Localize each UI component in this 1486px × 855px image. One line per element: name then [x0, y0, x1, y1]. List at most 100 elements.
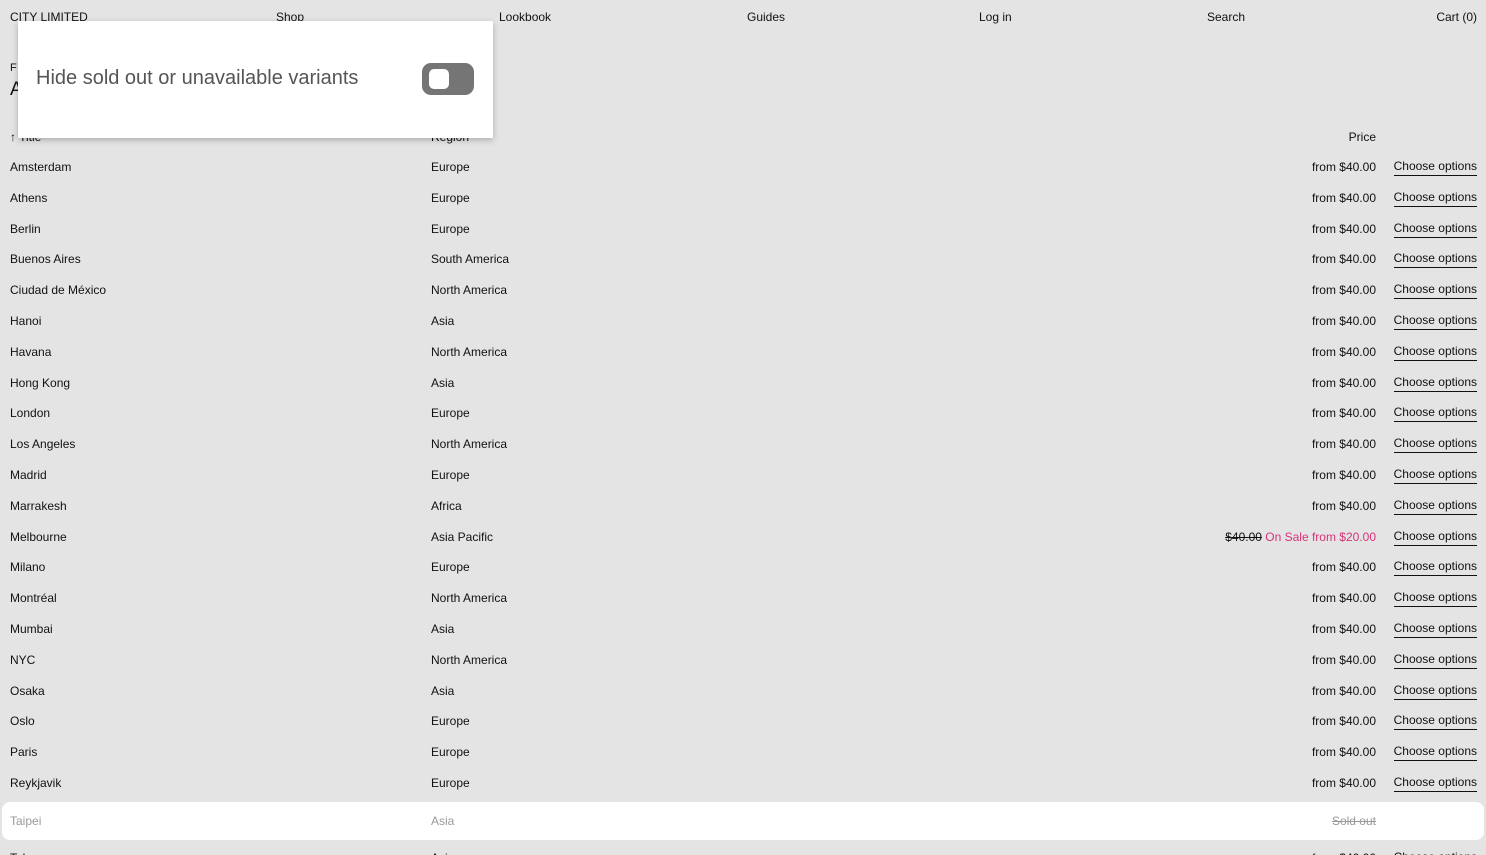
- row-price: from $40.00: [1311, 652, 1376, 667]
- row-region: Europe: [431, 714, 470, 729]
- row-price: from $40.00: [1311, 591, 1376, 606]
- choose-options-button[interactable]: Choose options: [1393, 375, 1477, 392]
- row-region: Asia: [431, 375, 455, 390]
- table-row: Athens Europe from $40.00 Choose options: [0, 183, 1486, 214]
- nav-search[interactable]: Search: [1207, 10, 1245, 24]
- filter-popup: Hide sold out or unavailable variants: [18, 21, 493, 138]
- row-region: Asia: [431, 683, 455, 698]
- table-row: Marrakesh Africa from $40.00 Choose options: [0, 491, 1486, 522]
- choose-options-button[interactable]: Choose options: [1393, 467, 1477, 484]
- row-price: from $40.00: [1311, 313, 1376, 328]
- row-region: Africa: [431, 498, 462, 513]
- row-region: Europe: [431, 775, 470, 790]
- row-title[interactable]: Melbourne: [10, 530, 67, 544]
- row-price: from $40.00: [1311, 775, 1376, 790]
- choose-options-button[interactable]: Choose options: [1393, 405, 1477, 423]
- row-region: Europe: [431, 467, 470, 482]
- row-title[interactable]: Madrid: [10, 468, 47, 482]
- choose-options-button[interactable]: Choose options: [1393, 559, 1477, 577]
- row-title[interactable]: Berlin: [10, 222, 41, 236]
- page: CITY LIMITED Shop Lookbook Guides Log in…: [0, 0, 1486, 855]
- row-title[interactable]: NYC: [10, 653, 35, 667]
- row-price: from $40.00: [1311, 498, 1376, 513]
- row-title[interactable]: Amsterdam: [10, 160, 71, 174]
- table-row: NYC North America from $40.00 Choose option…: [0, 645, 1486, 676]
- row-price: from $40.00: [1311, 406, 1376, 421]
- choose-options-button[interactable]: Choose options: [1393, 498, 1477, 515]
- nav-login[interactable]: Log in: [979, 10, 1012, 24]
- table-row: Taipei Asia Sold out: [2, 801, 1484, 840]
- choose-options-button[interactable]: Choose options: [1393, 251, 1477, 269]
- row-price-original: $40.00: [1225, 529, 1262, 544]
- choose-options-button[interactable]: Choose options: [1393, 159, 1477, 176]
- product-table: Amsterdam Europe from $40.00 Choose options…: [0, 152, 1486, 855]
- row-price: from $40.00: [1311, 745, 1376, 760]
- row-title[interactable]: Marrakesh: [10, 499, 67, 513]
- column-header-price[interactable]: Price: [1349, 130, 1376, 144]
- row-title[interactable]: London: [10, 406, 50, 420]
- choose-options-button[interactable]: Choose options: [1393, 744, 1477, 762]
- row-title[interactable]: Havana: [10, 345, 51, 359]
- choose-options-button[interactable]: Choose options: [1393, 775, 1477, 792]
- row-price: Sold out: [1331, 813, 1376, 828]
- hide-sold-out-label: Hide sold out or unavailable variants: [36, 67, 359, 89]
- row-title[interactable]: Montréal: [10, 591, 57, 605]
- row-price: from $40.00: [1311, 283, 1376, 298]
- row-title[interactable]: Hanoi: [10, 314, 41, 328]
- choose-options-button[interactable]: Choose options: [1393, 652, 1477, 669]
- row-price: $40.00 On Sale from $20.00: [1225, 530, 1376, 544]
- row-region: Asia: [431, 621, 455, 636]
- choose-options-button[interactable]: Choose options: [1393, 529, 1477, 546]
- row-title[interactable]: Ciudad de México: [10, 283, 106, 297]
- table-row: Los Angeles North America from $40.00 Choos…: [0, 429, 1486, 460]
- row-title[interactable]: Paris: [10, 745, 37, 759]
- row-title[interactable]: Reykjavik: [10, 776, 61, 790]
- row-region: North America: [431, 344, 508, 359]
- row-title[interactable]: Milano: [10, 560, 45, 574]
- row-region: North America: [431, 652, 508, 667]
- table-row: Buenos Aires South America from $40.00 Choo…: [0, 244, 1486, 275]
- choose-options-button[interactable]: Choose options: [1393, 436, 1477, 454]
- row-title[interactable]: Taipei: [10, 814, 41, 828]
- row-title[interactable]: Hong Kong: [10, 376, 70, 390]
- row-region: Europe: [431, 160, 470, 174]
- table-row: Havana North America from $40.00 Choose opt…: [0, 337, 1486, 368]
- choose-options-button[interactable]: Choose options: [1393, 190, 1477, 207]
- row-price: from $40.00: [1311, 160, 1376, 174]
- row-title[interactable]: Buenos Aires: [10, 252, 81, 266]
- choose-options-button[interactable]: Choose options: [1394, 850, 1477, 855]
- nav-cart[interactable]: Cart (0): [1436, 10, 1477, 24]
- row-title[interactable]: Oslo: [10, 714, 35, 728]
- choose-options-button[interactable]: Choose options: [1393, 282, 1477, 300]
- table-row: Hong Kong Asia from $40.00 Choose options: [0, 368, 1486, 399]
- table-row: Oslo Europe from $40.00 Choose options: [0, 706, 1486, 737]
- table-row: London Europe from $40.00 Choose options: [0, 398, 1486, 429]
- table-row: Amsterdam Europe from $40.00 Choose options: [0, 152, 1486, 183]
- choose-options-button[interactable]: Choose options: [1393, 683, 1477, 700]
- choose-options-button[interactable]: Choose options: [1393, 344, 1477, 361]
- row-title[interactable]: Athens: [10, 191, 47, 205]
- choose-options-button[interactable]: Choose options: [1393, 713, 1477, 731]
- row-price: from $40.00: [1311, 467, 1376, 482]
- row-region: Asia: [431, 851, 454, 855]
- choose-options-button[interactable]: Choose options: [1393, 313, 1477, 330]
- row-price: from $40.00: [1311, 714, 1376, 729]
- nav-guides[interactable]: Guides: [747, 10, 785, 24]
- row-region: Asia Pacific: [431, 529, 494, 544]
- nav-lookbook[interactable]: Lookbook: [499, 10, 551, 24]
- choose-options-button[interactable]: Choose options: [1393, 590, 1477, 608]
- table-row: Reykjavik Europe from $40.00 Choose options: [0, 768, 1486, 799]
- row-title[interactable]: Los Angeles: [10, 437, 75, 451]
- row-title[interactable]: Osaka: [10, 684, 45, 698]
- table-row: Osaka Asia from $40.00 Choose options: [0, 676, 1486, 707]
- row-region: North America: [431, 437, 508, 452]
- row-title[interactable]: Mumbai: [10, 622, 53, 636]
- row-region: Europe: [431, 560, 470, 575]
- row-region: Europe: [431, 406, 470, 421]
- table-row: Madrid Europe from $40.00 Choose options: [0, 460, 1486, 491]
- hide-sold-out-toggle[interactable]: [422, 63, 474, 95]
- choose-options-button[interactable]: Choose options: [1393, 621, 1477, 638]
- choose-options-button[interactable]: Choose options: [1393, 221, 1477, 238]
- row-title[interactable]: Tokyo: [10, 851, 41, 855]
- toggle-knob: [429, 69, 449, 89]
